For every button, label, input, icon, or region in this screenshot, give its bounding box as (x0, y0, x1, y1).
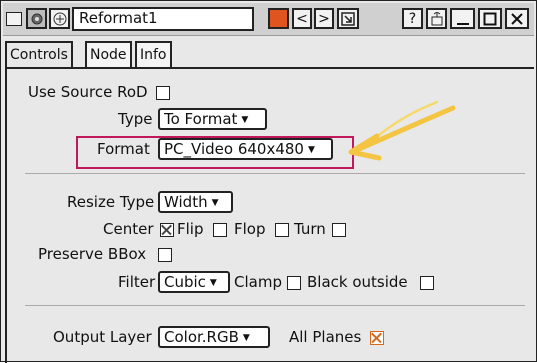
title-bar: Reformat1 < > ? (3, 3, 534, 36)
resize-type-label: Resize Type (67, 193, 155, 211)
filter-label: Filter (118, 273, 156, 291)
annotation-arrow-icon (348, 100, 456, 161)
turn-label: Turn (294, 220, 326, 238)
use-source-rod-label: Use Source RoD (28, 83, 148, 101)
output-layer-label: Output Layer (53, 328, 152, 346)
tab-info[interactable]: Info (135, 41, 172, 67)
dropdown-arrow-icon: ▼ (209, 278, 217, 288)
add-knob-icon[interactable] (49, 8, 70, 29)
reformat-node-panel: Reformat1 < > ? Controls Node Info Use S… (0, 0, 537, 363)
flip-checkbox[interactable] (213, 223, 227, 237)
all-planes-checkbox[interactable] (370, 331, 384, 345)
black-outside-label: Black outside (307, 273, 408, 291)
separator (25, 173, 525, 174)
minimize-icon[interactable] (450, 8, 475, 29)
resize-type-dropdown[interactable]: Width ▼ (158, 191, 233, 213)
float-icon[interactable] (426, 8, 447, 29)
flop-checkbox[interactable] (275, 223, 289, 237)
dropdown-arrow-icon: ▼ (242, 333, 250, 343)
type-label: Type (118, 110, 153, 128)
filter-dropdown[interactable]: Cubic ▼ (158, 271, 230, 293)
preserve-bbox-checkbox[interactable] (158, 248, 172, 262)
flop-label: Flop (234, 220, 266, 238)
gear-icon[interactable] (26, 8, 47, 29)
tab-node[interactable]: Node (85, 41, 132, 67)
prev-button[interactable]: < (292, 8, 312, 29)
format-value: PC_Video 640x480 (164, 140, 304, 158)
resize-type-value: Width (164, 193, 208, 211)
output-layer-dropdown[interactable]: Color.RGB ▼ (158, 326, 270, 348)
tab-controls[interactable]: Controls (5, 41, 73, 69)
next-button[interactable]: > (314, 8, 334, 29)
dropdown-arrow-icon: ▼ (241, 115, 249, 125)
turn-checkbox[interactable] (332, 223, 346, 237)
output-layer-value: Color.RGB (164, 328, 239, 346)
help-button[interactable]: ? (402, 8, 423, 29)
dropdown-arrow-icon: ▼ (307, 145, 315, 155)
filter-value: Cubic (164, 273, 206, 291)
format-dropdown[interactable]: PC_Video 640x480 ▼ (158, 138, 333, 160)
collapse-icon[interactable] (337, 8, 359, 29)
type-value: To Format (164, 110, 238, 128)
maximize-icon[interactable] (478, 8, 502, 29)
use-source-rod-checkbox[interactable] (156, 86, 170, 100)
panel-menu-icon[interactable] (6, 12, 22, 26)
dropdown-arrow-icon: ▼ (211, 198, 219, 208)
close-icon[interactable] (505, 8, 529, 29)
center-checkbox[interactable] (160, 223, 174, 237)
clamp-label: Clamp (234, 273, 282, 291)
node-name-field[interactable]: Reformat1 (72, 7, 254, 31)
format-label: Format (97, 140, 150, 158)
preserve-bbox-label: Preserve BBox (38, 245, 147, 263)
center-label: Center (103, 220, 154, 238)
all-planes-label: All Planes (289, 328, 362, 346)
type-dropdown[interactable]: To Format ▼ (158, 108, 267, 130)
separator (25, 305, 525, 306)
clamp-checkbox[interactable] (287, 276, 301, 290)
flip-label: Flip (177, 220, 204, 238)
black-outside-checkbox[interactable] (420, 276, 434, 290)
node-color-swatch[interactable] (268, 8, 289, 29)
